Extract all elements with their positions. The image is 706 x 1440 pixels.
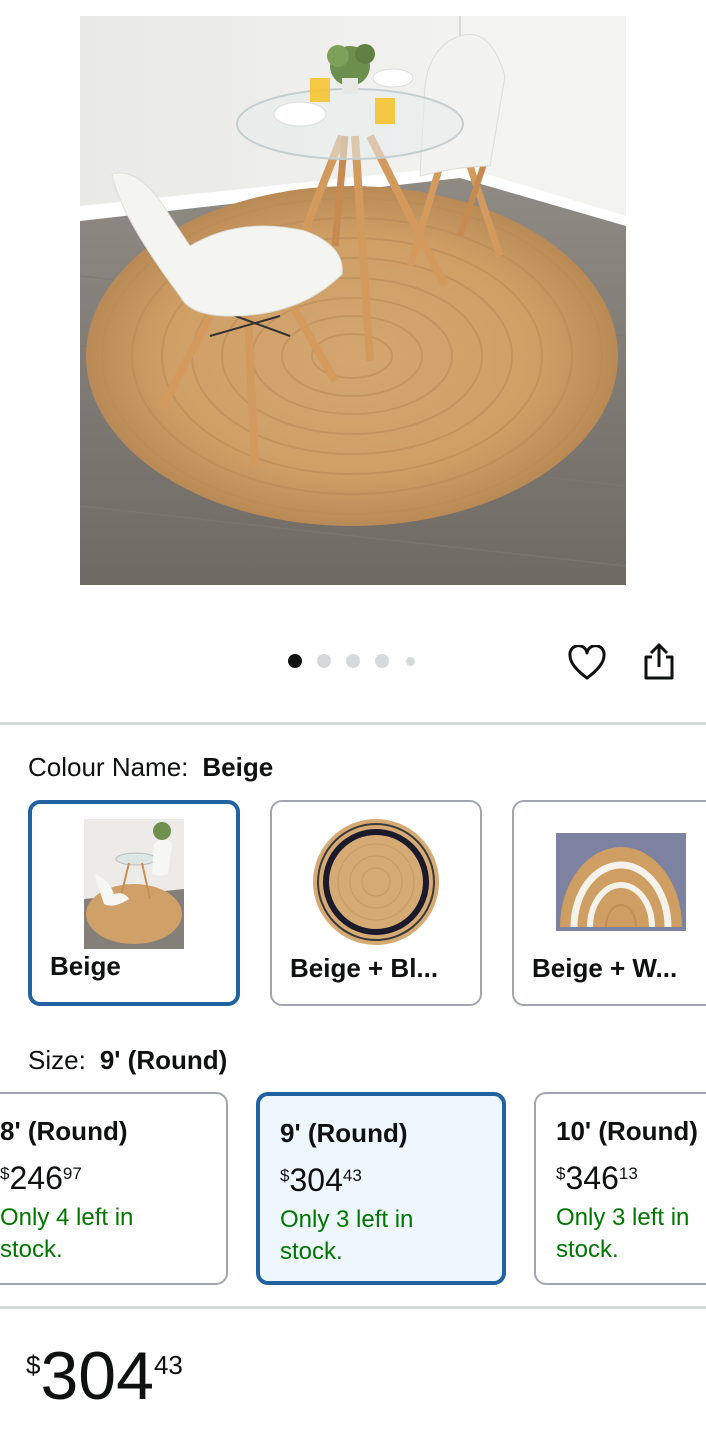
colour-option-label: Beige + Bl... [290,953,439,983]
size-option-stock: Only 4 left in stock. [0,1204,134,1263]
size-option-price: $30443 [280,1162,362,1198]
size-selected-value: 9' (Round) [99,1045,228,1075]
carousel-dot-5[interactable] [406,657,415,666]
colour-thumbnail [514,816,706,948]
size-option-stock: Only 3 left in stock. [280,1206,414,1265]
carousel-dot-3[interactable] [346,654,360,668]
half-round-rug-white-border-thumbnail [556,833,686,931]
colour-thumbnail [272,816,480,948]
size-label-row: Size: 9' (Round) [28,1045,227,1076]
section-divider [0,1306,706,1309]
size-option-price: $24697 [0,1160,82,1196]
carousel-dot-2[interactable] [317,654,331,668]
size-option-name: 9' (Round) [280,1118,408,1148]
size-option-10-round[interactable]: 10' (Round) $34613 Only 3 left in stock. [534,1092,706,1285]
price-whole: 304 [40,1338,154,1414]
size-option-name: 8' (Round) [0,1116,128,1146]
carousel-dot-4[interactable] [375,654,389,668]
size-option-9-round[interactable]: 9' (Round) $30443 Only 3 left in stock. [256,1092,506,1285]
size-option-stock: Only 3 left in stock. [556,1204,690,1263]
product-price: $30443 [26,1342,183,1410]
carousel-dot-1[interactable] [288,654,302,668]
colour-selected-value: Beige [202,752,274,782]
colour-option-label: Beige [50,951,121,981]
colour-label: Colour Name: [28,752,189,782]
product-photo [80,16,626,585]
room-scene-thumbnail [84,819,184,949]
size-option-price: $34613 [556,1160,638,1196]
size-label: Size: [28,1045,86,1075]
colour-thumbnail [32,818,236,950]
heart-icon [568,645,606,680]
favorite-button[interactable] [565,641,609,685]
section-divider [0,722,706,725]
share-button[interactable] [637,640,681,684]
colour-option-beige-white[interactable]: Beige + W... [512,800,706,1006]
product-image[interactable] [80,16,626,585]
round-rug-black-border-thumbnail [313,819,439,945]
share-icon [644,643,674,680]
colour-label-row: Colour Name: Beige [28,752,273,783]
colour-option-beige-black[interactable]: Beige + Bl... [270,800,482,1006]
price-currency: $ [26,1350,41,1380]
colour-option-beige[interactable]: Beige [28,800,240,1006]
price-fraction: 43 [153,1350,183,1380]
colour-option-label: Beige + W... [532,953,678,983]
size-option-8-round[interactable]: 8' (Round) $24697 Only 4 left in stock. [0,1092,228,1285]
size-option-name: 10' (Round) [556,1116,698,1146]
